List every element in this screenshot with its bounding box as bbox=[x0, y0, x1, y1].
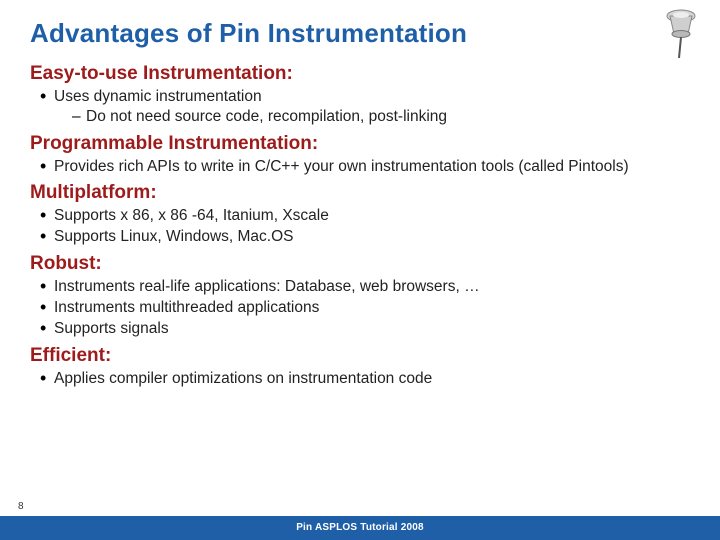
pushpin-icon bbox=[658, 6, 704, 62]
slide: Advantages of Pin Instrumentation Easy-t… bbox=[0, 0, 720, 540]
section-heading: Robust: bbox=[30, 253, 690, 275]
bullet-list: Instruments real-life applications: Data… bbox=[30, 277, 690, 338]
list-item: Supports signals bbox=[40, 319, 690, 339]
footer-bar: Pin ASPLOS Tutorial 2008 bbox=[0, 516, 720, 540]
footer-text: Pin ASPLOS Tutorial 2008 bbox=[0, 516, 720, 540]
section-heading: Programmable Instrumentation: bbox=[30, 133, 690, 155]
section-heading: Easy-to-use Instrumentation: bbox=[30, 63, 690, 85]
slide-title: Advantages of Pin Instrumentation bbox=[30, 18, 690, 49]
section-heading: Efficient: bbox=[30, 345, 690, 367]
bullet-list: Supports x 86, x 86 -64, Itanium, Xscale… bbox=[30, 206, 690, 247]
bullet-list: Provides rich APIs to write in C/C++ you… bbox=[30, 157, 690, 177]
sub-item: Do not need source code, recompilation, … bbox=[72, 107, 690, 127]
bullet-text: Uses dynamic instrumentation bbox=[54, 88, 262, 105]
page-number: 8 bbox=[18, 501, 24, 512]
list-item: Applies compiler optimizations on instru… bbox=[40, 369, 690, 389]
list-item: Instruments real-life applications: Data… bbox=[40, 277, 690, 297]
bullet-list: Applies compiler optimizations on instru… bbox=[30, 369, 690, 389]
list-item: Uses dynamic instrumentation Do not need… bbox=[40, 87, 690, 127]
list-item: Provides rich APIs to write in C/C++ you… bbox=[40, 157, 690, 177]
section-heading: Multiplatform: bbox=[30, 182, 690, 204]
sub-list: Do not need source code, recompilation, … bbox=[54, 107, 690, 127]
list-item: Supports x 86, x 86 -64, Itanium, Xscale bbox=[40, 206, 690, 226]
list-item: Supports Linux, Windows, Mac.OS bbox=[40, 227, 690, 247]
list-item: Instruments multithreaded applications bbox=[40, 298, 690, 318]
bullet-list: Uses dynamic instrumentation Do not need… bbox=[30, 87, 690, 127]
